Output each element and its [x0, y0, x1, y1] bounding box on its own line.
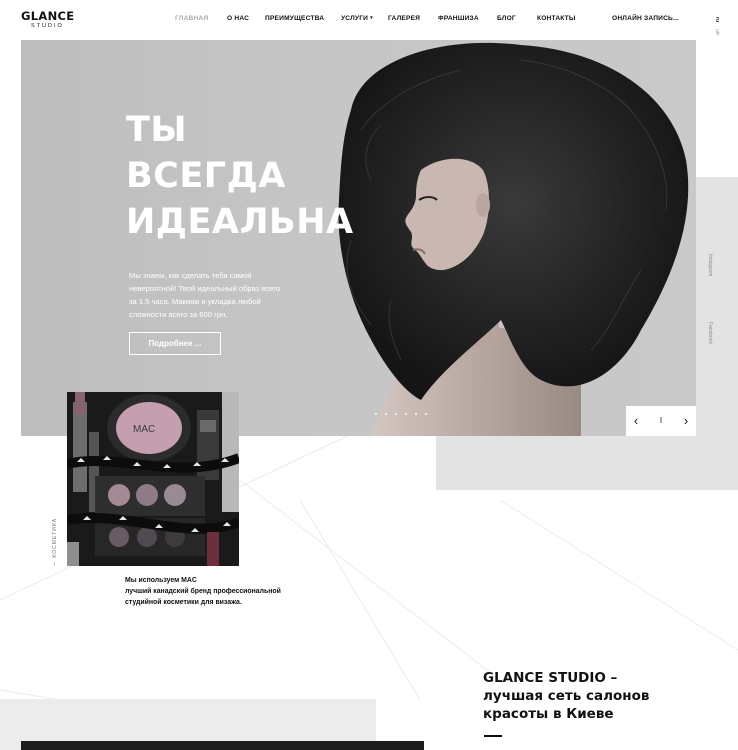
next-section-image-strip	[21, 741, 424, 750]
cosmetics-line: студийной косметики для визажа.	[125, 599, 242, 606]
lang-ru[interactable]: ru	[714, 17, 720, 22]
nav-item-advantages[interactable]: ПРЕИМУЩЕСТВА	[265, 15, 324, 22]
slider-dot[interactable]	[415, 413, 417, 415]
hero-title-line: ТЫ	[126, 110, 188, 150]
nav-item-franchise[interactable]: ФРАНШИЗА	[438, 15, 479, 22]
studio-heading-line: лучшая сеть салонов	[483, 688, 650, 704]
slider-dot[interactable]	[385, 413, 387, 415]
chevron-left-icon[interactable]: ‹	[626, 406, 646, 436]
cosmetics-side-label: — КОСМЕТИКА	[52, 517, 58, 566]
more-button[interactable]: Подробнее ...	[129, 332, 221, 355]
slide-counter: I	[659, 416, 663, 425]
nav-item-services[interactable]: УСЛУГИ ▾	[341, 15, 373, 22]
nav-item-home[interactable]: ГЛАВНАЯ	[175, 15, 208, 22]
slider-dot[interactable]	[395, 413, 397, 415]
language-switcher: ru ukr	[714, 17, 722, 41]
studio-heading-line: GLANCE STUDIO –	[483, 670, 618, 686]
slider-dot[interactable]	[425, 413, 427, 415]
slider-controls: ‹ I ›	[626, 406, 696, 436]
slider-dot[interactable]	[405, 413, 407, 415]
nav-item-blog[interactable]: БЛОГ	[497, 15, 516, 22]
chevron-right-icon[interactable]: ›	[676, 406, 696, 436]
hero-slider: ТЫ ВСЕГДА ИДЕАЛЬНА Мы знаем, как сделать…	[21, 40, 696, 436]
slider-dot[interactable]	[375, 413, 377, 415]
hero-title: ТЫ ВСЕГДА ИДЕАЛЬНА	[126, 107, 354, 245]
logo-subtext: STUDIO	[31, 22, 64, 29]
nav-item-contacts[interactable]: КОНТАКТЫ	[537, 15, 576, 22]
nav-item-about[interactable]: О НАС	[227, 15, 249, 22]
studio-heading-line: красоты в Киеве	[483, 706, 614, 722]
cosmetics-description: Мы используем MAC лучший канадский бренд…	[125, 575, 305, 608]
mac-products-illustration: MAC	[67, 392, 239, 566]
hero-title-line: ВСЕГДА	[126, 156, 286, 196]
cosmetics-image: MAC	[67, 392, 239, 566]
model-portrait-image	[338, 42, 689, 436]
cosmetics-line: лучший канадский бренд профессиональной	[125, 588, 281, 595]
hero-title-line: ИДЕАЛЬНА	[126, 202, 354, 242]
studio-heading: GLANCE STUDIO – лучшая сеть салонов крас…	[483, 669, 649, 723]
nav-item-gallery[interactable]: ГАЛЕРЕЯ	[388, 15, 420, 22]
facebook-link[interactable]: Facebook	[707, 322, 713, 344]
cosmetics-line: Мы используем MAC	[125, 577, 197, 584]
chevron-down-icon: ▾	[370, 15, 373, 21]
logo-text: GLANCE	[21, 9, 75, 23]
instagram-link[interactable]: Instagram	[707, 254, 713, 276]
hero-description: Мы знаем, как сделать тебя самой невероя…	[129, 271, 281, 319]
mac-logo: MAC	[133, 424, 155, 435]
logo[interactable]: GLANCE STUDIO	[21, 9, 75, 29]
online-booking-link[interactable]: ОНЛАЙН ЗАПИСЬ...	[612, 15, 679, 22]
lang-ukr[interactable]: ukr	[714, 29, 720, 36]
nav-item-services-label: УСЛУГИ	[341, 15, 369, 22]
heading-divider	[484, 735, 502, 737]
